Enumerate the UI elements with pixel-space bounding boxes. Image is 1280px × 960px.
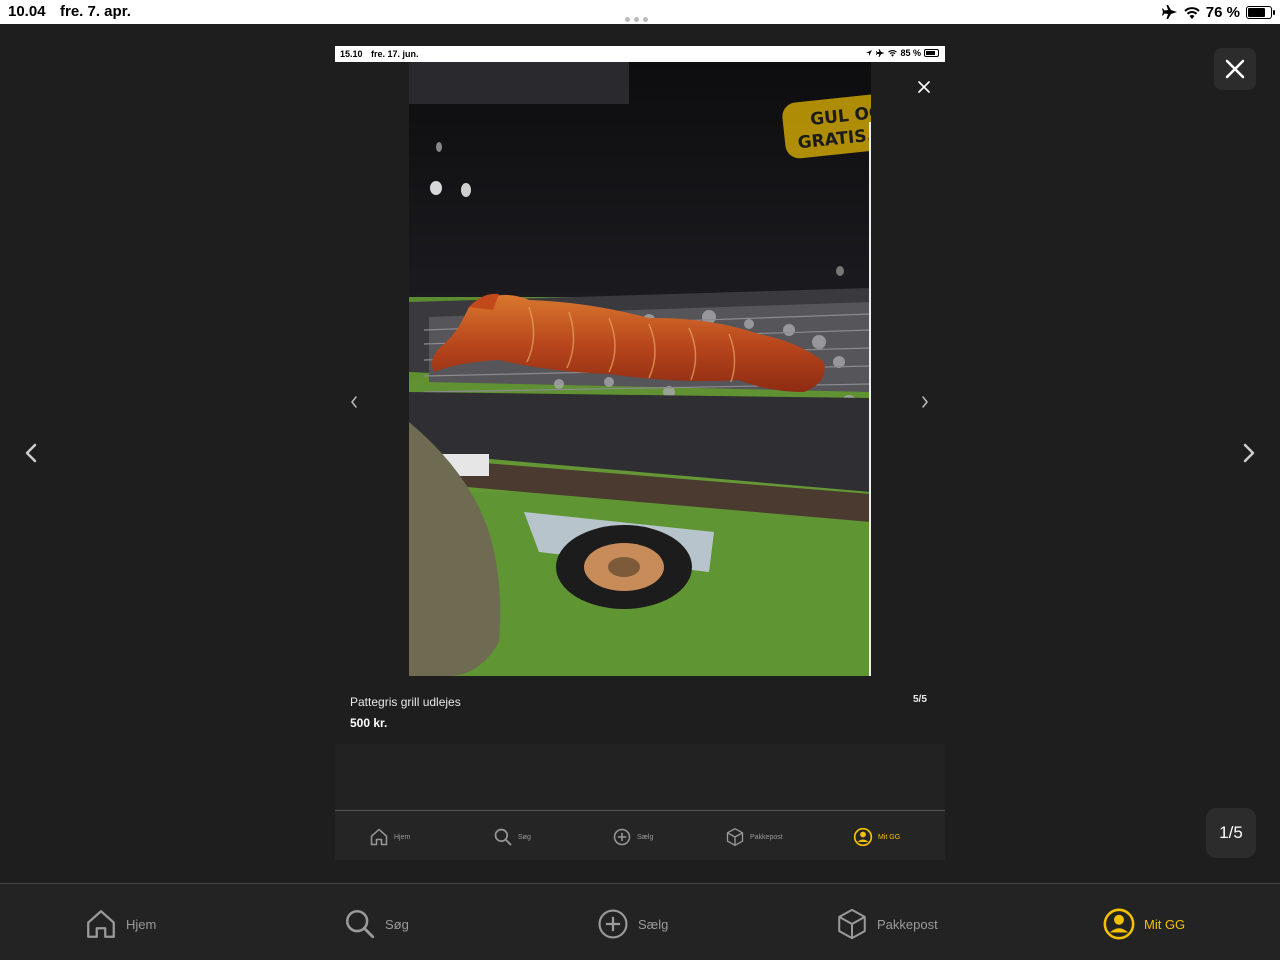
tab-pakkepost[interactable]: Pakkepost xyxy=(835,906,938,942)
tab-saelg[interactable]: Sælg xyxy=(596,906,668,942)
tab-sog[interactable]: Søg xyxy=(343,906,409,942)
plus-circle-icon xyxy=(596,907,630,941)
home-icon xyxy=(84,907,118,941)
search-icon xyxy=(343,907,377,941)
inner-tab-sog: Søg xyxy=(493,826,531,848)
battery-percent: 76 % xyxy=(1205,3,1240,21)
status-time: 10.04 xyxy=(8,3,46,20)
battery-icon xyxy=(1246,5,1275,19)
location-icon xyxy=(865,49,873,57)
inner-prev-button xyxy=(347,392,361,412)
tab-label: Søg xyxy=(385,916,409,932)
close-icon xyxy=(1225,59,1245,79)
inner-tab-hjem: Hjem xyxy=(369,826,410,848)
chevron-right-icon xyxy=(1236,438,1262,468)
inner-tab-label: Pakkepost xyxy=(750,833,783,841)
inner-status-bar: 15.10 fre. 17. jun. 85 % xyxy=(335,46,945,62)
home-icon xyxy=(369,827,389,847)
plus-circle-icon xyxy=(612,827,632,847)
close-icon xyxy=(918,81,930,93)
chevron-left-icon xyxy=(18,438,44,468)
tab-hjem[interactable]: Hjem xyxy=(84,906,156,942)
inner-tab-saelg: Sælg xyxy=(612,826,653,848)
tab-label: Sælg xyxy=(638,916,669,932)
chevron-right-icon xyxy=(918,392,932,412)
inner-tab-label: Sælg xyxy=(637,833,654,841)
inner-tab-bar: Hjem Søg Sælg Pakkepost Mit GG xyxy=(335,810,945,860)
package-icon xyxy=(835,907,869,941)
listing-title: Pattegris grill udlejes xyxy=(350,695,461,709)
tab-label: Hjem xyxy=(126,916,157,932)
previous-image-button[interactable] xyxy=(18,438,44,468)
listing-image-counter: 5/5 xyxy=(913,694,927,705)
inner-status-indicators: 85 % xyxy=(865,48,939,58)
battery-fill xyxy=(1248,7,1265,17)
viewed-image[interactable]: 15.10 fre. 17. jun. 85 % GUL OG GRATIS.D… xyxy=(335,46,945,860)
inner-next-button xyxy=(918,392,932,412)
multitasking-dots[interactable] xyxy=(625,9,655,22)
battery-icon xyxy=(924,49,939,57)
inner-status-date: fre. 17. jun. xyxy=(371,49,419,59)
wifi-icon xyxy=(888,49,898,57)
inner-tab-label: Hjem xyxy=(394,833,411,841)
status-date: fre. 7. apr. xyxy=(60,3,131,20)
inner-tab-label: Søg xyxy=(518,833,531,841)
user-circle-icon xyxy=(853,827,873,847)
inner-battery-fill xyxy=(926,51,936,55)
chevron-left-icon xyxy=(347,392,361,412)
caption-area xyxy=(335,744,945,810)
user-circle-icon xyxy=(1102,907,1136,941)
inner-battery-percent: 85 % xyxy=(900,48,921,58)
status-indicators: 76 % xyxy=(1161,2,1275,22)
inner-tab-pakkepost: Pakkepost xyxy=(725,826,783,848)
inner-close-button xyxy=(913,76,935,98)
status-bar: 10.04 fre. 7. apr. 76 % xyxy=(0,0,1280,24)
next-image-button[interactable] xyxy=(1236,438,1262,468)
close-button[interactable] xyxy=(1214,48,1256,90)
image-counter: 1/5 xyxy=(1206,808,1256,858)
inner-tab-label: Mit GG xyxy=(878,833,901,841)
tab-mit-gg[interactable]: Mit GG xyxy=(1102,906,1185,942)
search-icon xyxy=(493,827,513,847)
tab-label: Mit GG xyxy=(1144,916,1186,932)
wifi-icon xyxy=(1184,6,1200,19)
listing-photo: GUL OG GRATIS.DK xyxy=(409,62,871,676)
tab-bar: Hjem Søg Sælg Pakkepost Mit GG xyxy=(0,883,1280,960)
listing-price: 500 kr. xyxy=(350,716,388,730)
inner-tab-mit-gg: Mit GG xyxy=(853,826,900,848)
inner-status-time: 15.10 xyxy=(340,49,363,59)
airplane-icon xyxy=(876,49,885,57)
airplane-icon xyxy=(1161,5,1178,19)
tab-label: Pakkepost xyxy=(877,916,938,932)
package-icon xyxy=(725,827,745,847)
